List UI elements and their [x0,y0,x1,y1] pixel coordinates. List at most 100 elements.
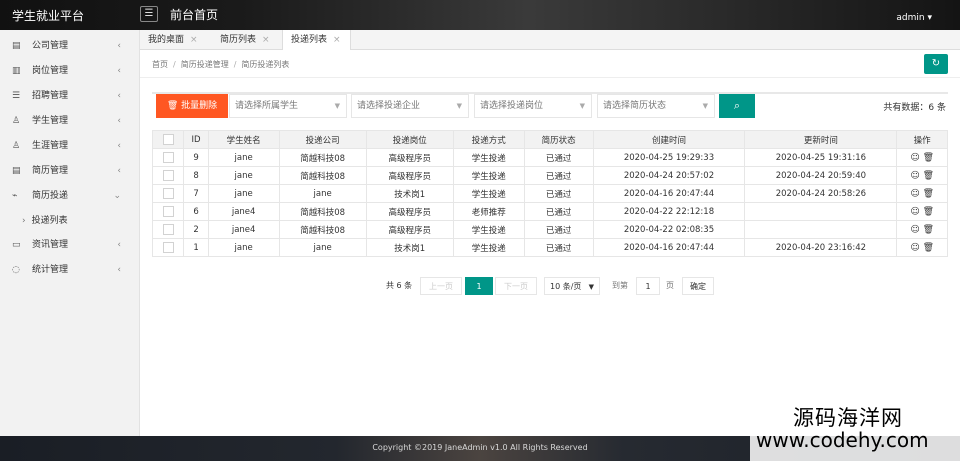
search-button[interactable]: ⌕ [719,94,755,118]
sidebar-item[interactable]: ♙ 学生管理 ‹ [0,109,139,134]
col-id[interactable]: ID [183,130,209,149]
table-cell: 2020-04-25 19:29:33 [592,148,746,167]
sidebar-item[interactable]: ▤ 公司管理 ‹ [0,34,139,59]
tab-label: 投递列表 [291,35,328,45]
sidebar-item-label: 招聘管理 [32,91,69,101]
table-row[interactable]: 1 jane jane 技术岗1 学生投递 已通过 2020-04-16 20:47:44 2… [151,238,948,257]
batch-delete-button[interactable]: 🗑 批量删除 [156,94,228,118]
chevron-icon: ‹ [117,166,121,176]
close-icon[interactable]: × [190,35,198,45]
sidebar-item-label: 资讯管理 [32,240,69,250]
tab-resume-list[interactable]: 简历列表 × [220,30,270,50]
sidebar: ▤ 公司管理 ‹ ▥ 岗位管理 ‹ ☰ 招聘管理 ‹ ♙ 学生管理 ‹ ♙ 生涯管理 ‹ ▤ 简历管理 ‹ ⌁ 简历投… [0,30,140,436]
table-row[interactable]: 9 jane 简越科技08 高级程序员 学生投递 已通过 2020-04-25 19:29:… [151,148,948,167]
prev-page-button[interactable]: 上一页 [420,277,462,295]
sidebar-item[interactable]: ▭ 资讯管理 ‹ [0,233,139,258]
status-select[interactable]: 请选择简历状态 ▼ [597,94,715,118]
student-select[interactable]: 请选择所属学生 ▼ [229,94,347,118]
send-icon: ⌁ [12,191,18,201]
breadcrumb-section[interactable]: 简历投递管理 [181,60,229,69]
row-actions[interactable]: ☺ 🗑 [896,148,948,167]
user-icon: ♙ [12,141,21,151]
position-select[interactable]: 请选择投递岗位 ▼ [474,94,592,118]
row-actions[interactable]: ☺ 🗑 [896,184,948,203]
table-cell: 学生投递 [452,148,525,167]
close-icon[interactable]: × [262,35,270,45]
table-row[interactable]: 7 jane jane 技术岗1 学生投递 已通过 2020-04-16 20:47:44 2… [151,184,948,203]
page-1-button[interactable]: 1 [465,277,493,295]
page-unit-label: 页 [666,281,674,290]
sidebar-item[interactable]: ▥ 岗位管理 ‹ [0,59,139,84]
sidebar-subitem-delivery-list[interactable]: › 投递列表 [0,209,139,233]
table-row[interactable]: 6 jane4 简越科技08 高级程序员 老师推荐 已通过 2020-04-22 22:12… [151,202,948,221]
divider [140,77,960,78]
row-actions[interactable]: ☺ 🗑 [896,238,948,257]
table-cell: 2020-04-24 20:58:26 [744,184,898,203]
col-student: 学生姓名 [207,130,280,149]
breadcrumb: 首页 / 简历投递管理 / 简历投递列表 [152,59,289,70]
chevron-down-icon: ▼ [588,283,594,291]
table-cell: 2020-04-22 02:08:35 [592,220,746,239]
table-cell: 高级程序员 [365,220,454,239]
per-page-select[interactable]: 10 条/页 ▼ [544,277,600,295]
table-cell: 简越科技08 [278,220,367,239]
sidebar-item[interactable]: ♙ 生涯管理 ‹ [0,134,139,159]
watermark-url: www.codehy.com [756,428,929,452]
row-checkbox[interactable] [162,152,174,163]
table-cell: 技术岗1 [365,184,454,203]
sidebar-item[interactable]: ▤ 简历管理 ‹ [0,159,139,184]
row-checkbox-cell [151,238,185,257]
page-title[interactable]: 前台首页 [170,6,218,23]
table-cell: 简越科技08 [278,202,367,221]
user-menu[interactable]: admin ▾ [896,13,932,23]
sidebar-item-label: 简历投递 [32,191,69,201]
sidebar-item-label: 统计管理 [32,265,69,275]
chevron-icon: ‹ [117,66,121,76]
refresh-button[interactable]: ↻ [924,54,948,74]
per-page-value: 10 条/页 [550,282,582,291]
tab-delivery-list[interactable]: 投递列表 × [282,30,351,50]
close-icon[interactable]: × [333,35,341,45]
goto-confirm-button[interactable]: 确定 [682,277,714,295]
col-updated: 更新时间 [744,130,898,149]
select-all-checkbox[interactable] [162,134,174,145]
table-row[interactable]: 2 jane4 简越科技08 高级程序员 学生投递 已通过 2020-04-22 02:08… [151,220,948,239]
top-header: 学生就业平台 ☰ 前台首页 admin ▾ [0,0,960,30]
breadcrumb-separator: / [233,60,237,69]
row-actions[interactable]: ☺ 🗑 [896,220,948,239]
sidebar-item[interactable]: ⌁ 简历投递 ⌄ [0,184,139,209]
table-cell: 2 [183,220,209,239]
chevron-icon: ‹ [117,141,121,151]
row-actions[interactable]: ☺ 🗑 [896,202,948,221]
tab-bar: 我的桌面 × 简历列表 × 投递列表 × [140,30,960,50]
table-cell: 2020-04-20 23:16:42 [744,238,898,257]
table-cell: 7 [183,184,209,203]
chevron-icon: ⌄ [113,191,121,201]
sidebar-item[interactable]: ◌ 统计管理 ‹ [0,258,139,283]
sidebar-item[interactable]: ☰ 招聘管理 ‹ [0,84,139,109]
table-cell: 技术岗1 [365,238,454,257]
row-checkbox[interactable] [162,170,174,181]
table-cell [744,202,898,221]
row-checkbox-cell [151,166,185,185]
sidebar-subitem-label: 投递列表 [31,216,68,226]
company-select[interactable]: 请选择投递企业 ▼ [351,94,469,118]
row-checkbox[interactable] [162,188,174,199]
row-actions[interactable]: ☺ 🗑 [896,166,948,185]
col-actions: 操作 [896,130,948,149]
goto-page-input[interactable]: 1 [636,277,660,295]
row-checkbox[interactable] [162,224,174,235]
hamburger-icon[interactable]: ☰ [140,6,158,22]
table-cell: 高级程序员 [365,148,454,167]
table-header-row: ID 学生姓名 投递公司 投递岗位 投递方式 简历状态 创建时间 更新时间 操作 [151,130,948,149]
tab-desktop[interactable]: 我的桌面 × [148,30,198,50]
row-checkbox[interactable] [162,242,174,253]
breadcrumb-home[interactable]: 首页 [152,60,168,69]
col-method: 投递方式 [452,130,525,149]
row-checkbox[interactable] [162,206,174,217]
table-cell: 9 [183,148,209,167]
table-cell: jane [207,238,280,257]
next-page-button[interactable]: 下一页 [495,277,537,295]
table-row[interactable]: 8 jane 简越科技08 高级程序员 学生投递 已通过 2020-04-24 20:57:… [151,166,948,185]
table-cell: 学生投递 [452,238,525,257]
